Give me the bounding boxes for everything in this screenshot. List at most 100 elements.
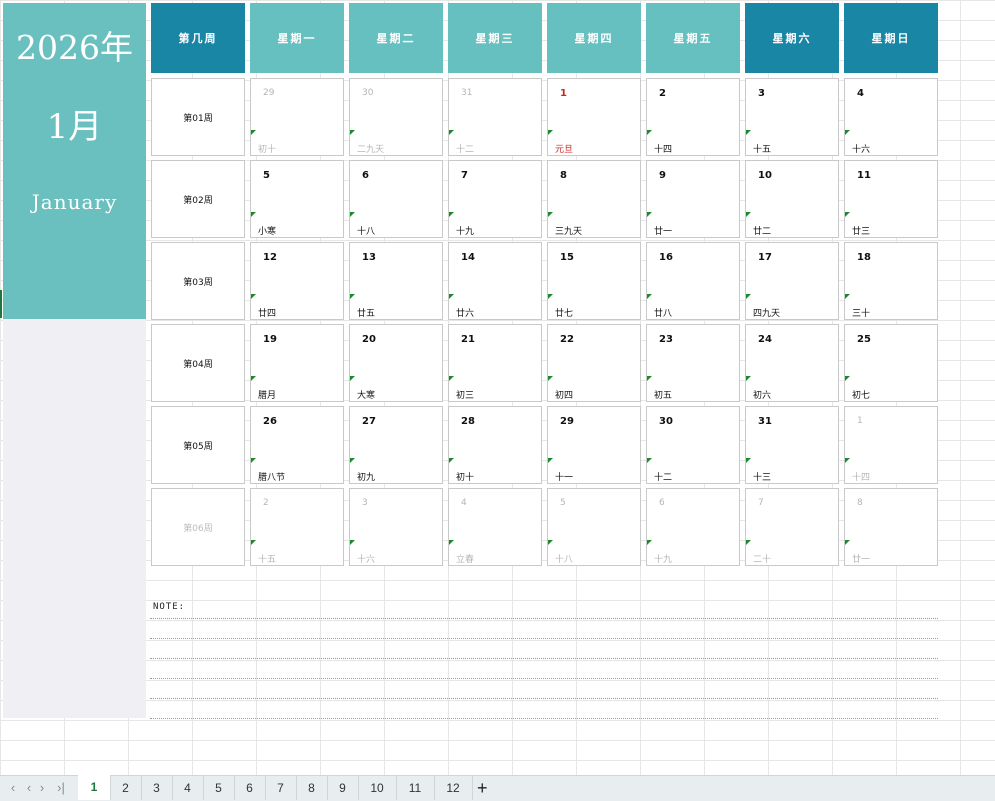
lunar-date: 四九天: [753, 309, 781, 319]
day-cell[interactable]: 21 初三: [448, 324, 542, 402]
day-cell[interactable]: 7 十九: [448, 160, 542, 238]
day-number: 6: [659, 498, 665, 508]
sheet-tab[interactable]: 2: [110, 776, 142, 800]
day-cell[interactable]: 29 初十: [250, 78, 344, 156]
sheet-tab[interactable]: 4: [172, 776, 204, 800]
lunar-date: 十九: [456, 227, 475, 237]
add-sheet-button[interactable]: +: [477, 776, 488, 800]
column-header: 星期四: [547, 3, 641, 73]
day-cell[interactable]: 24 初六: [745, 324, 839, 402]
day-cell[interactable]: 11 廿三: [844, 160, 938, 238]
week-label[interactable]: 第06周: [151, 488, 245, 566]
day-cell[interactable]: 26 腊八节: [250, 406, 344, 484]
lunar-date: 二十: [753, 555, 772, 565]
day-cell[interactable]: 2 十四: [646, 78, 740, 156]
day-cell[interactable]: 25 初七: [844, 324, 938, 402]
day-cell[interactable]: 1 十四: [844, 406, 938, 484]
comment-indicator-icon: [845, 294, 850, 299]
day-cell[interactable]: 15 廿七: [547, 242, 641, 320]
day-cell[interactable]: 31 十二: [448, 78, 542, 156]
column-header: 星期五: [646, 3, 740, 73]
lunar-date: 十九: [654, 555, 673, 565]
comment-indicator-icon: [350, 212, 355, 217]
day-number: 5: [560, 498, 566, 508]
day-cell[interactable]: 28 初十: [448, 406, 542, 484]
day-cell[interactable]: 29 十一: [547, 406, 641, 484]
day-number: 25: [857, 334, 871, 345]
sheet-tab[interactable]: 12: [434, 776, 473, 800]
day-cell[interactable]: 8 三九天: [547, 160, 641, 238]
day-number: 22: [560, 334, 574, 345]
day-cell[interactable]: 3 十六: [349, 488, 443, 566]
day-cell[interactable]: 1 元旦: [547, 78, 641, 156]
sheet-tab[interactable]: 8: [296, 776, 328, 800]
day-cell[interactable]: 30 十二: [646, 406, 740, 484]
day-cell[interactable]: 5 小寒: [250, 160, 344, 238]
note-line[interactable]: [150, 618, 938, 619]
day-cell[interactable]: 3 十五: [745, 78, 839, 156]
day-cell[interactable]: 5 十八: [547, 488, 641, 566]
day-cell[interactable]: 18 三十: [844, 242, 938, 320]
day-cell[interactable]: 6 十八: [349, 160, 443, 238]
week-label[interactable]: 第04周: [151, 324, 245, 402]
comment-indicator-icon: [746, 130, 751, 135]
comment-indicator-icon: [746, 212, 751, 217]
comment-indicator-icon: [548, 376, 553, 381]
day-cell[interactable]: 10 廿二: [745, 160, 839, 238]
sheet-tab[interactable]: 10: [358, 776, 397, 800]
day-cell[interactable]: 12 廿四: [250, 242, 344, 320]
last-sheet-icon[interactable]: ›|: [50, 776, 72, 800]
sheet-tab[interactable]: 7: [265, 776, 297, 800]
day-cell[interactable]: 23 初五: [646, 324, 740, 402]
note-line[interactable]: [150, 658, 938, 659]
day-number: 27: [362, 416, 376, 427]
week-label[interactable]: 第01周: [151, 78, 245, 156]
day-cell[interactable]: 4 十六: [844, 78, 938, 156]
sheet-tab[interactable]: 3: [141, 776, 173, 800]
day-number: 10: [758, 170, 772, 181]
day-number: 21: [461, 334, 475, 345]
week-label[interactable]: 第03周: [151, 242, 245, 320]
sheet-tab[interactable]: 1: [78, 775, 111, 800]
day-cell[interactable]: 2 十五: [250, 488, 344, 566]
column-header: 星期六: [745, 3, 839, 73]
day-cell[interactable]: 7 二十: [745, 488, 839, 566]
day-cell[interactable]: 16 廿八: [646, 242, 740, 320]
day-cell[interactable]: 9 廿一: [646, 160, 740, 238]
comment-indicator-icon: [845, 212, 850, 217]
note-line[interactable]: [150, 678, 938, 679]
day-cell[interactable]: 27 初九: [349, 406, 443, 484]
day-cell[interactable]: 14 廿六: [448, 242, 542, 320]
day-cell[interactable]: 4 立春: [448, 488, 542, 566]
day-cell[interactable]: 19 腊月: [250, 324, 344, 402]
lunar-date: 廿二: [753, 227, 772, 237]
day-number: 24: [758, 334, 772, 345]
day-cell[interactable]: 6 十九: [646, 488, 740, 566]
sheet-tab[interactable]: 6: [234, 776, 266, 800]
sheet-tab[interactable]: 5: [203, 776, 235, 800]
day-number: 8: [857, 498, 863, 508]
comment-indicator-icon: [350, 458, 355, 463]
day-cell[interactable]: 13 廿五: [349, 242, 443, 320]
lunar-date: 廿三: [852, 227, 871, 237]
note-line[interactable]: [150, 718, 938, 719]
day-number: 13: [362, 252, 376, 263]
day-cell[interactable]: 20 大寒: [349, 324, 443, 402]
lunar-date: 十四: [852, 473, 871, 483]
day-cell[interactable]: 17 四九天: [745, 242, 839, 320]
note-line[interactable]: [150, 698, 938, 699]
sheet-tab[interactable]: 11: [396, 776, 435, 800]
week-label[interactable]: 第02周: [151, 160, 245, 238]
note-line[interactable]: [150, 638, 938, 639]
day-number: 4: [857, 88, 864, 99]
day-number: 11: [857, 170, 871, 181]
day-cell[interactable]: 31 十三: [745, 406, 839, 484]
day-cell[interactable]: 30 二九天: [349, 78, 443, 156]
lunar-date: 十六: [357, 555, 376, 565]
comment-indicator-icon: [548, 540, 553, 545]
week-label[interactable]: 第05周: [151, 406, 245, 484]
day-cell[interactable]: 8 廿一: [844, 488, 938, 566]
comment-indicator-icon: [548, 294, 553, 299]
day-cell[interactable]: 22 初四: [547, 324, 641, 402]
sheet-tab[interactable]: 9: [327, 776, 359, 800]
